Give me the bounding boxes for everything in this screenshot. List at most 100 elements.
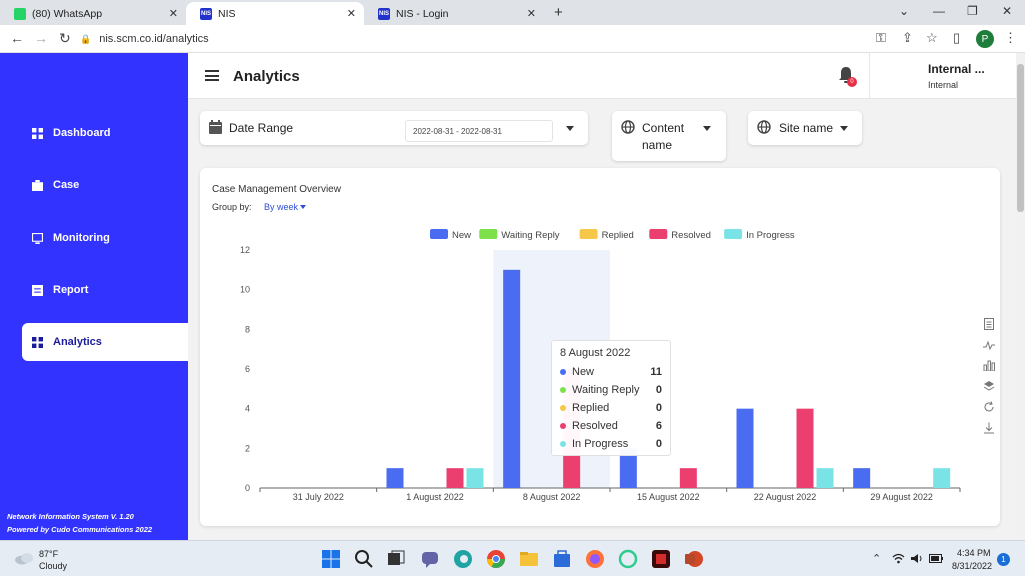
weather-temperature: 87°F — [39, 549, 59, 559]
tooltip-series-value: 0 — [655, 402, 662, 414]
chart-tooltip: 8 August 2022 New 11 Waiting Reply 0 Repli… — [551, 340, 671, 456]
cloudy-weather-icon — [15, 553, 33, 565]
browser-tab-strip: (80) WhatsApp ✕ NIS NIS ✕ NIS NIS - Logi… — [0, 0, 1025, 25]
bar-chart-icon[interactable] — [983, 359, 995, 371]
data-view-icon[interactable] — [983, 318, 995, 330]
sidebar-item-analytics[interactable]: Analytics — [22, 323, 188, 361]
sidebar-item-label: Dashboard — [53, 127, 111, 139]
windows-start-icon[interactable] — [321, 549, 341, 569]
sidebar-item-dashboard[interactable]: Dashboard — [22, 114, 188, 152]
battery-icon[interactable] — [929, 554, 943, 563]
acrobat-icon[interactable] — [651, 549, 671, 569]
close-icon[interactable]: ✕ — [169, 7, 178, 20]
close-icon[interactable]: ✕ — [347, 7, 356, 20]
app-icon[interactable] — [618, 549, 638, 569]
clock-time[interactable]: 4:34 PM — [957, 548, 991, 558]
reload-icon[interactable]: ↻ — [59, 30, 71, 47]
tooltip-series-value: 0 — [655, 384, 662, 396]
bar-in-progress — [466, 468, 484, 488]
edge-icon[interactable] — [453, 549, 473, 569]
share-icon[interactable]: ⇪ — [902, 30, 913, 46]
sidebar-item-label: Monitoring — [53, 232, 110, 244]
tooltip-series-name: Resolved — [572, 420, 618, 432]
chevron-down-icon[interactable] — [703, 126, 711, 131]
file-explorer-icon[interactable] — [519, 549, 539, 569]
bar-new — [503, 269, 521, 488]
stack-icon[interactable] — [983, 380, 995, 392]
y-tick-label: 8 — [245, 324, 250, 334]
legend-label: Resolved — [671, 230, 711, 241]
tooltip-row: Resolved 6 — [560, 417, 662, 435]
globe-icon — [621, 120, 635, 134]
legend-label: New — [452, 230, 471, 241]
scrollbar-thumb[interactable] — [1017, 64, 1024, 212]
y-tick-label: 10 — [240, 285, 250, 295]
legend-swatch — [649, 229, 668, 239]
legend-swatch — [479, 229, 498, 239]
tooltip-series-name: In Progress — [572, 438, 629, 450]
sidebar-item-monitoring[interactable]: Monitoring — [22, 219, 188, 257]
volume-icon[interactable] — [911, 553, 923, 564]
chevron-down-icon[interactable] — [840, 126, 848, 131]
notification-center-badge[interactable]: 1 — [997, 553, 1010, 566]
legend-swatch — [430, 229, 448, 239]
user-name[interactable]: Internal ... — [928, 62, 985, 76]
more-menu-icon[interactable]: ⋮ — [1004, 30, 1017, 46]
chevron-down-icon[interactable]: ⌄ — [899, 4, 909, 18]
address-bar: ← → ↻ 🔒 nis.scm.co.id/analytics ⚿ ⇪ ☆ ▯ … — [0, 25, 1025, 53]
chat-icon[interactable] — [420, 549, 440, 569]
hamburger-menu-icon[interactable] — [205, 70, 219, 81]
restore-icon[interactable] — [983, 401, 995, 413]
clock-date[interactable]: 8/31/2022 — [952, 561, 992, 571]
store-icon[interactable] — [552, 549, 572, 569]
bar-new — [386, 468, 404, 488]
key-icon[interactable]: ⚿ — [876, 30, 886, 46]
header-divider — [869, 53, 870, 99]
download-icon[interactable] — [983, 422, 995, 434]
legend-swatch — [579, 229, 598, 239]
legend-dot — [560, 387, 566, 393]
windows-taskbar: 87°F Cloudy ⌃ 4:34 PM 8/31/2022 1 — [0, 540, 1025, 576]
sidepanel-icon[interactable]: ▯ — [953, 30, 960, 46]
back-arrow-icon[interactable]: ← — [10, 30, 24, 46]
content-name-filter[interactable]: Content name — [612, 111, 726, 161]
tooltip-row: Replied 0 — [560, 399, 662, 417]
tooltip-series-name: New — [572, 366, 595, 378]
chrome-icon[interactable] — [486, 549, 506, 569]
tooltip-row: Waiting Reply 0 — [560, 381, 662, 399]
whatsapp-icon — [14, 7, 26, 20]
minimize-icon[interactable]: — — [933, 4, 945, 18]
weather-description: Cloudy — [39, 561, 68, 571]
close-window-icon[interactable]: ✕ — [1002, 4, 1012, 18]
y-tick-label: 6 — [245, 364, 250, 374]
tab-whatsapp[interactable]: (80) WhatsApp ✕ — [0, 2, 186, 25]
tab-nis[interactable]: NIS NIS ✕ — [186, 2, 364, 25]
sidebar-item-case[interactable]: Case — [22, 166, 188, 204]
restore-window-icon[interactable]: ❐ — [967, 4, 978, 18]
new-tab-button[interactable]: + — [554, 4, 563, 21]
star-icon[interactable]: ☆ — [926, 30, 938, 46]
task-view-icon[interactable] — [386, 549, 406, 569]
site-name-filter[interactable]: Site name — [748, 111, 862, 145]
chevron-down-icon[interactable] — [566, 126, 574, 131]
version-text: Network Information System V. 1.20 — [7, 512, 134, 521]
close-icon[interactable]: ✕ — [527, 7, 536, 20]
profile-avatar[interactable]: P — [976, 30, 994, 48]
url-field[interactable]: 🔒 nis.scm.co.id/analytics — [80, 28, 860, 50]
forward-arrow-icon[interactable]: → — [34, 30, 48, 46]
sidebar-item-report[interactable]: Report — [22, 271, 188, 309]
powerpoint-icon[interactable] — [684, 549, 704, 569]
tab-nis-login[interactable]: NIS NIS - Login ✕ — [364, 2, 544, 25]
tooltip-series-value: 0 — [655, 438, 662, 450]
chevron-up-icon[interactable]: ⌃ — [872, 552, 881, 565]
legend-label: In Progress — [746, 230, 795, 241]
tooltip-row: New 11 — [560, 363, 662, 381]
line-chart-icon[interactable] — [983, 339, 995, 351]
search-icon[interactable] — [354, 549, 374, 569]
wifi-icon[interactable] — [892, 553, 905, 564]
sidebar-item-label: Report — [53, 284, 89, 296]
date-range-input[interactable]: 2022-08-31 - 2022-08-31 — [405, 120, 553, 142]
firefox-icon[interactable] — [585, 549, 605, 569]
dashboard-icon — [32, 127, 43, 139]
nis-icon: NIS — [378, 7, 390, 20]
